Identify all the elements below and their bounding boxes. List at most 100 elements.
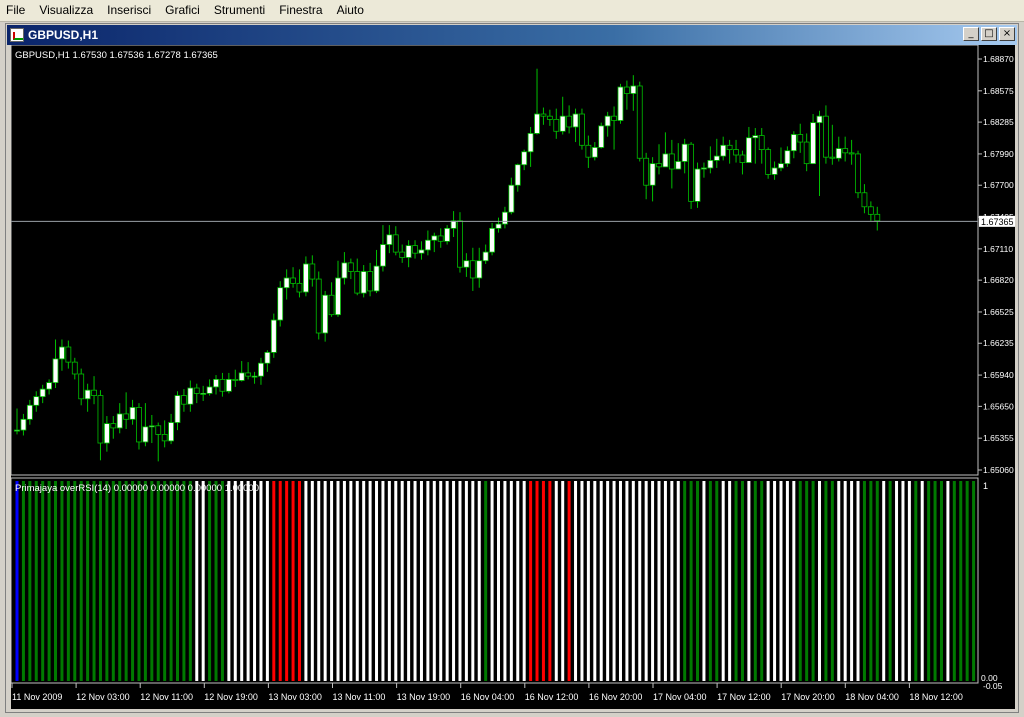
candle-body xyxy=(591,147,598,158)
price-tick-label: 1.67990 xyxy=(983,149,1014,159)
minimize-button[interactable]: _ xyxy=(963,27,979,41)
candle-body xyxy=(585,144,592,158)
candle-body xyxy=(784,150,791,165)
candle-body xyxy=(148,425,155,428)
candle-body xyxy=(129,407,136,420)
indicator-bar xyxy=(805,481,809,681)
time-tick-label: 17 Nov 04:00 xyxy=(653,692,707,702)
candle-body xyxy=(367,271,374,292)
indicator-bar xyxy=(439,481,443,681)
candle-body xyxy=(745,137,752,163)
candle-body xyxy=(91,389,97,396)
candle-body xyxy=(59,346,65,360)
candle-body xyxy=(206,386,213,394)
candle-body xyxy=(290,277,296,284)
menu-view[interactable]: Visualizza xyxy=(33,0,101,21)
price-tick-label: 1.66525 xyxy=(983,307,1014,317)
indicator-bar xyxy=(927,481,931,681)
menu-tools[interactable]: Strumenti xyxy=(208,0,273,21)
price-axis: 1.688701.685751.682851.679901.677001.674… xyxy=(978,54,1014,475)
indicator-bar xyxy=(240,481,244,681)
menu-file[interactable]: File xyxy=(0,0,33,21)
price-tick-label: 1.65355 xyxy=(983,433,1014,443)
indicator-bar xyxy=(618,481,622,681)
indicator-bar xyxy=(760,481,764,681)
candle-body xyxy=(302,263,309,293)
candle-body xyxy=(26,404,33,420)
candle-body xyxy=(835,148,842,159)
indicator-bar xyxy=(34,481,38,681)
indicator-bar xyxy=(972,481,976,681)
indicator-bar xyxy=(73,481,77,681)
indicator-bar xyxy=(631,481,635,681)
candle-body xyxy=(264,352,271,364)
candle-body xyxy=(675,161,682,170)
indicator-bar xyxy=(696,481,700,681)
price-tick-label: 1.68285 xyxy=(983,117,1014,127)
candle-body xyxy=(258,362,264,377)
indicator-axis-top: 1 xyxy=(983,481,988,491)
candle-body xyxy=(161,434,168,442)
indicator-bar xyxy=(721,481,725,681)
candle-body xyxy=(405,245,412,258)
indicator-bar xyxy=(381,481,385,681)
indicator-bar xyxy=(131,481,135,681)
indicator-bar xyxy=(201,481,205,681)
indicator-bar xyxy=(638,481,642,681)
indicator-bar xyxy=(330,481,334,681)
candle-body xyxy=(668,153,675,170)
indicator-bar xyxy=(111,481,115,681)
candle-body xyxy=(643,157,650,186)
indicator-bar xyxy=(272,481,276,681)
candle-body xyxy=(116,413,123,429)
indicator-bar xyxy=(227,481,231,681)
indicator-bar xyxy=(657,481,661,681)
chart-area[interactable]: 1.688701.685751.682851.679901.677001.674… xyxy=(11,45,1015,709)
indicator-bar xyxy=(79,481,83,681)
candle-body xyxy=(624,86,630,94)
window-titlebar[interactable]: GBPUSD,H1 _ □ × xyxy=(7,25,1017,45)
indicator-bar xyxy=(15,481,19,681)
indicator-bar xyxy=(651,481,655,681)
chart-canvas[interactable]: 1.688701.685751.682851.679901.677001.674… xyxy=(11,45,1015,709)
candle-body xyxy=(579,113,585,146)
chart-window-icon xyxy=(10,28,24,42)
candle-body xyxy=(225,378,232,392)
indicator-bar xyxy=(285,481,289,681)
candle-body xyxy=(52,358,59,384)
window-title: GBPUSD,H1 xyxy=(28,28,99,42)
candle-body xyxy=(39,388,46,398)
indicator-bar xyxy=(477,481,481,681)
candle-body xyxy=(328,294,335,316)
maximize-button[interactable]: □ xyxy=(981,27,997,41)
time-tick-label: 11 Nov 2009 xyxy=(12,692,62,702)
indicator-bar xyxy=(965,481,969,681)
indicator-bar xyxy=(208,481,212,681)
menu-insert[interactable]: Inserisci xyxy=(101,0,159,21)
menu-help[interactable]: Aiuto xyxy=(331,0,372,21)
time-tick-label: 18 Nov 04:00 xyxy=(845,692,899,702)
indicator-bar xyxy=(702,481,706,681)
close-button[interactable]: × xyxy=(999,27,1015,41)
indicator-bar xyxy=(143,481,147,681)
indicator-bar xyxy=(195,481,199,681)
indicator-bar xyxy=(843,481,847,681)
candle-body xyxy=(842,148,849,154)
candle-body xyxy=(508,184,515,213)
menu-charts[interactable]: Grafici xyxy=(159,0,208,21)
candle-body xyxy=(559,115,566,132)
indicator-bar xyxy=(850,481,854,681)
candle-body xyxy=(598,125,605,148)
candle-body xyxy=(193,387,200,394)
indicator-bar xyxy=(41,481,45,681)
candle-body xyxy=(797,134,804,143)
indicator-bar xyxy=(554,481,558,681)
menu-window[interactable]: Finestra xyxy=(273,0,330,21)
indicator-bar xyxy=(355,481,359,681)
candle-body xyxy=(360,271,367,294)
candle-body xyxy=(694,168,701,202)
indicator-bar xyxy=(907,481,911,681)
indicator-bar xyxy=(297,481,301,681)
indicator-bar xyxy=(689,481,693,681)
indicator-bar xyxy=(888,481,892,681)
